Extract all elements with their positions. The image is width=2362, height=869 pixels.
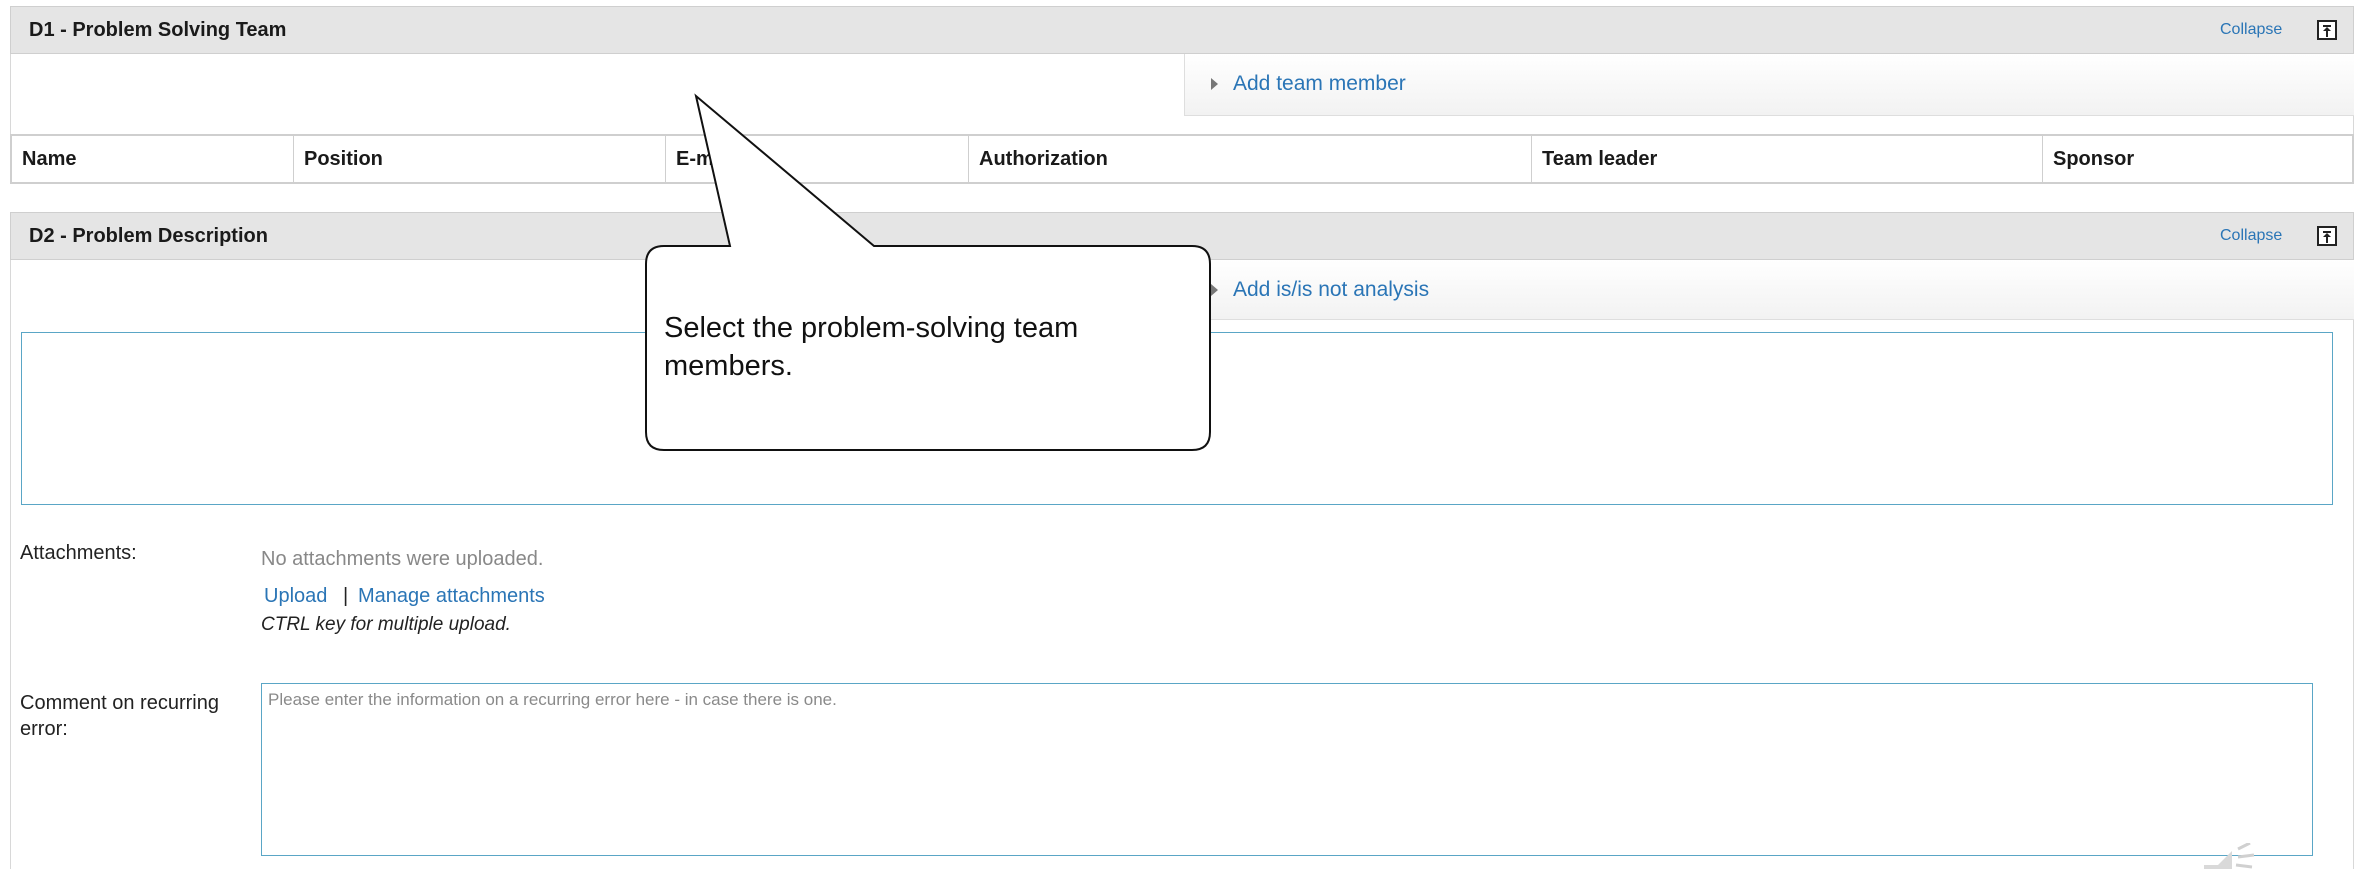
d1-collapse-link[interactable]: Collapse	[2220, 21, 2282, 39]
add-analysis-strip[interactable]: Add is/is not analysis	[1184, 260, 2354, 320]
recurring-error-comment-input[interactable]: Please enter the information on a recurr…	[261, 683, 2313, 856]
ctrl-hint: CTRL key for multiple upload.	[261, 614, 511, 635]
col-team-leader[interactable]: Team leader	[1531, 136, 2042, 182]
expand-triangle-icon	[1211, 78, 1218, 90]
comment-placeholder: Please enter the information on a recurr…	[268, 690, 837, 709]
d2-title: D2 - Problem Description	[29, 225, 268, 247]
d1-collapse-icon[interactable]	[2317, 20, 2337, 40]
add-team-member-strip[interactable]: Add team member	[1184, 54, 2354, 116]
manage-attachments-link[interactable]: Manage attachments	[358, 585, 545, 608]
d1-header: D1 - Problem Solving Team Collapse	[10, 6, 2354, 54]
col-sponsor[interactable]: Sponsor	[2042, 136, 2352, 182]
upload-link[interactable]: Upload	[264, 585, 327, 608]
callout-text: Select the problem-solving team members.	[664, 312, 1079, 382]
d2-collapse-link[interactable]: Collapse	[2220, 227, 2282, 245]
link-separator: |	[343, 585, 349, 607]
callout-bubble	[645, 93, 1211, 451]
speaker-icon	[2204, 843, 2255, 869]
d2-collapse-icon[interactable]	[2317, 226, 2337, 246]
add-analysis-link[interactable]: Add is/is not analysis	[1233, 278, 1429, 302]
add-team-member-link[interactable]: Add team member	[1233, 72, 1406, 96]
comment-label: Comment on recurring error:	[20, 692, 219, 740]
no-attachments-text: No attachments were uploaded.	[261, 548, 544, 570]
attachments-label: Attachments:	[20, 542, 137, 564]
d1-title: D1 - Problem Solving Team	[29, 19, 287, 41]
col-position[interactable]: Position	[293, 136, 665, 182]
col-name[interactable]: Name	[12, 136, 293, 182]
